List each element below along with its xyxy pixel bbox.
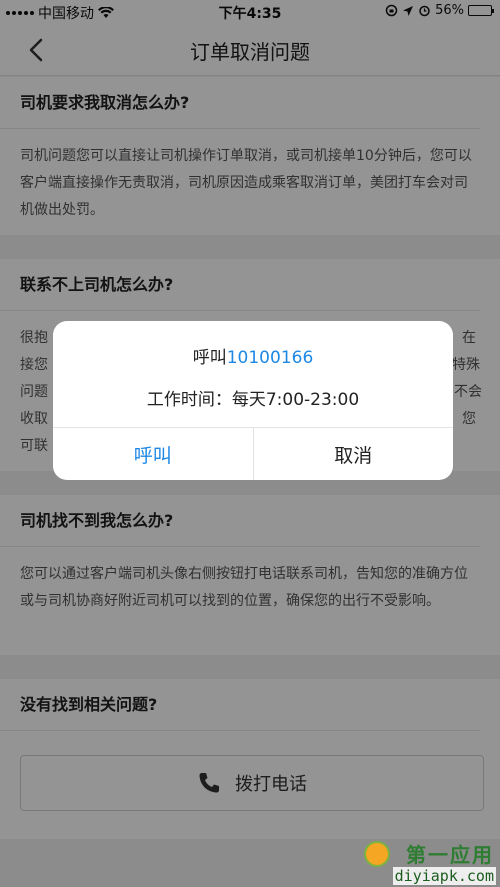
dialog-work-hours: 工作时间：每天7:00-23:00 xyxy=(146,390,360,410)
watermark-logo-icon xyxy=(364,841,390,867)
watermark: 第一应用 diyiapk.com xyxy=(364,839,496,885)
dialog-call-line: 呼叫10100166 xyxy=(53,343,453,368)
dialog-buttons: 呼叫 取消 xyxy=(53,427,453,480)
dialog-cancel-button[interactable]: 取消 xyxy=(254,428,454,480)
dialog-call-button[interactable]: 呼叫 xyxy=(53,428,254,480)
dialog-phone-number[interactable]: 10100166 xyxy=(227,348,314,368)
watermark-brand: 第一应用 xyxy=(406,843,494,867)
call-dialog: 呼叫10100166 工作时间：每天7:00-23:00 呼叫 取消 xyxy=(53,321,453,480)
watermark-url: diyiapk.com xyxy=(392,867,496,885)
dialog-call-prefix: 呼叫 xyxy=(192,348,227,368)
